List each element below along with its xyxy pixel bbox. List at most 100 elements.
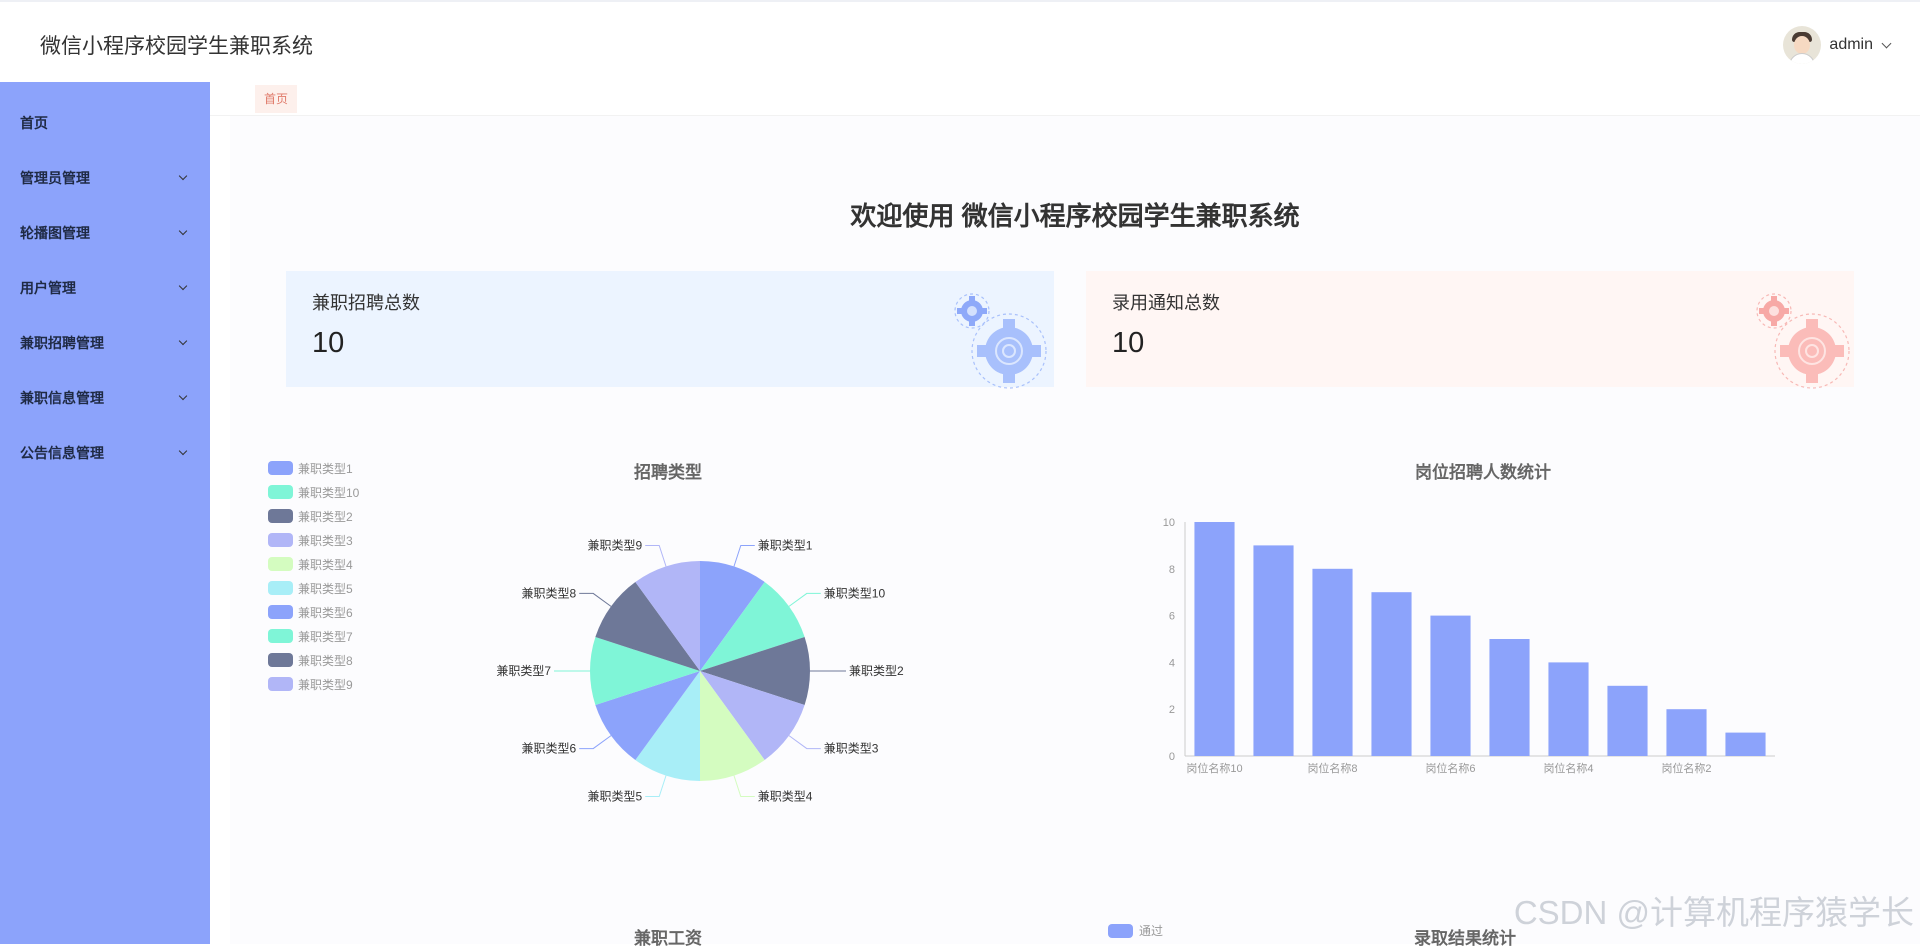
result-chart-title: 录取结果统计: [1414, 924, 1516, 949]
bar[interactable]: [1194, 522, 1234, 756]
bar-chart-title: 岗位招聘人数统计: [1415, 458, 1551, 483]
stat-card-offers: 录用通知总数 10: [1086, 271, 1854, 387]
x-tick-label: 岗位名称6: [1425, 761, 1475, 775]
y-tick-label: 10: [1163, 517, 1175, 529]
legend-item[interactable]: 兼职类型7: [268, 624, 359, 648]
pie-slice-label: 兼职类型10: [824, 586, 886, 600]
sidebar-item-notices[interactable]: 公告信息管理: [0, 425, 210, 480]
y-tick-label: 8: [1169, 564, 1175, 576]
legend-label: 兼职类型6: [298, 604, 353, 621]
legend-label: 兼职类型5: [298, 580, 353, 597]
legend-label: 兼职类型10: [298, 484, 359, 501]
user-menu[interactable]: admin: [1783, 26, 1890, 64]
sidebar-item-users[interactable]: 用户管理: [0, 260, 210, 315]
legend-item[interactable]: 兼职类型8: [268, 648, 359, 672]
pie-label-line: [645, 776, 666, 797]
sidebar-item-label: 轮播图管理: [20, 223, 90, 243]
legend-swatch: [268, 509, 293, 523]
pie-slice-label: 兼职类型8: [522, 586, 577, 600]
legend-swatch: [268, 677, 293, 691]
legend-item[interactable]: 兼职类型3: [268, 528, 359, 552]
bar[interactable]: [1371, 592, 1411, 756]
user-name[interactable]: admin: [1829, 36, 1873, 54]
chevron-down-icon: [179, 172, 187, 180]
legend-item[interactable]: 兼职类型2: [268, 504, 359, 528]
legend-swatch: [268, 557, 293, 571]
stat-value: 10: [312, 327, 344, 360]
pie-slice-label: 兼职类型9: [588, 538, 643, 552]
sidebar-item-home[interactable]: 首页: [0, 95, 210, 150]
gear-icon: [1754, 289, 1854, 389]
legend-item[interactable]: 兼职类型9: [268, 672, 359, 696]
stat-card-recruitment: 兼职招聘总数 10: [286, 271, 1054, 387]
pie-label-line: [789, 593, 821, 606]
tag-bar: 首页: [210, 82, 1920, 116]
legend-label: 兼职类型3: [298, 532, 353, 549]
pie-slice-label: 兼职类型3: [824, 742, 879, 756]
x-tick-label: 岗位名称8: [1307, 761, 1357, 775]
sidebar-item-admin[interactable]: 管理员管理: [0, 150, 210, 205]
pie-label-line: [789, 736, 821, 749]
chevron-down-icon: [179, 392, 187, 400]
salary-chart-title: 兼职工资: [634, 924, 702, 949]
legend-label: 通过: [1139, 922, 1163, 939]
app-title: 微信小程序校园学生兼职系统: [40, 30, 313, 60]
sidebar-item-label: 用户管理: [20, 278, 76, 298]
legend-item[interactable]: 兼职类型6: [268, 600, 359, 624]
legend-label: 兼职类型2: [298, 508, 353, 525]
y-tick-label: 0: [1169, 751, 1175, 763]
legend-label: 兼职类型1: [298, 460, 353, 477]
chevron-down-icon: [179, 447, 187, 455]
stat-label: 兼职招聘总数: [312, 289, 420, 315]
bar[interactable]: [1489, 639, 1529, 756]
legend-item[interactable]: 兼职类型4: [268, 552, 359, 576]
legend-item[interactable]: 兼职类型10: [268, 480, 359, 504]
bar[interactable]: [1253, 545, 1293, 756]
bar[interactable]: [1666, 709, 1706, 756]
pie-label-line: [579, 736, 611, 749]
avatar[interactable]: [1783, 26, 1821, 64]
bar[interactable]: [1725, 733, 1765, 756]
chevron-down-icon: [179, 227, 187, 235]
legend-swatch: [268, 485, 293, 499]
legend-swatch: [1108, 924, 1133, 938]
stat-label: 录用通知总数: [1112, 289, 1220, 315]
pie-slice-label: 兼职类型2: [849, 664, 904, 678]
bar[interactable]: [1430, 616, 1470, 756]
pie-label-line: [734, 545, 755, 566]
chevron-down-icon[interactable]: [1882, 38, 1892, 48]
top-header: 微信小程序校园学生兼职系统 admin: [0, 0, 1920, 82]
y-tick-label: 2: [1169, 704, 1175, 716]
bar[interactable]: [1607, 686, 1647, 756]
page-title: 欢迎使用 微信小程序校园学生兼职系统: [230, 196, 1920, 233]
pie-slice-label: 兼职类型4: [758, 790, 813, 804]
pie-label-line: [645, 545, 666, 566]
legend-item[interactable]: 兼职类型1: [268, 456, 359, 480]
pie-slice-label: 兼职类型7: [496, 664, 551, 678]
x-tick-label: 岗位名称10: [1186, 761, 1242, 775]
x-tick-label: 岗位名称4: [1543, 761, 1593, 775]
sidebar-item-carousel[interactable]: 轮播图管理: [0, 205, 210, 260]
chevron-down-icon: [179, 337, 187, 345]
pie-label-line: [734, 776, 755, 797]
legend-item[interactable]: 兼职类型5: [268, 576, 359, 600]
legend-swatch: [268, 533, 293, 547]
legend-label: 兼职类型4: [298, 556, 353, 573]
pie-legend: 兼职类型1 兼职类型10 兼职类型2 兼职类型3 兼职类型4 兼职类型5 兼职类型6 兼职类型…: [268, 456, 359, 696]
sidebar-item-recruitment[interactable]: 兼职招聘管理: [0, 315, 210, 370]
pie-slice-label: 兼职类型6: [522, 742, 577, 756]
legend-swatch: [268, 629, 293, 643]
sidebar-item-label: 首页: [20, 113, 48, 133]
watermark: CSDN @计算机程序猿学长: [1514, 886, 1914, 934]
bar[interactable]: [1312, 569, 1352, 756]
sidebar-item-job-info[interactable]: 兼职信息管理: [0, 370, 210, 425]
legend-swatch: [268, 653, 293, 667]
bar[interactable]: [1548, 662, 1588, 756]
tag-home[interactable]: 首页: [255, 85, 297, 113]
pie-slice-label: 兼职类型1: [758, 538, 813, 552]
y-tick-label: 6: [1169, 611, 1175, 623]
pie-chart: 兼职类型1兼职类型10兼职类型2兼职类型3兼职类型4兼职类型5兼职类型6兼职类型…: [450, 521, 950, 821]
legend-label: 兼职类型7: [298, 628, 353, 645]
sidebar-item-label: 管理员管理: [20, 168, 90, 188]
result-legend: 通过: [1108, 922, 1163, 939]
